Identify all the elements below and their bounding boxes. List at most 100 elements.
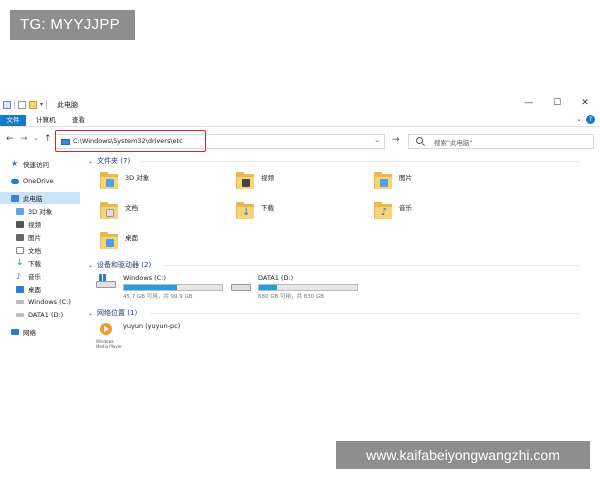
drive-free-space: 45.7 GB 可用，共 99.9 GB <box>123 294 193 300</box>
folder-music[interactable]: ♪ 音乐 <box>374 202 412 219</box>
cloud-icon <box>11 178 19 184</box>
computer-icon <box>11 194 19 202</box>
drive-icon <box>231 277 251 293</box>
star-icon: ★ <box>11 159 19 168</box>
pictures-icon <box>374 172 392 189</box>
watermark: www.kaifabeiyongwangzhi.com <box>336 441 590 469</box>
documents-icon <box>100 202 118 219</box>
sidebar-item-label: 音乐 <box>28 273 41 281</box>
folder-label: 视频 <box>261 174 274 182</box>
desktop-icon <box>16 285 24 293</box>
sidebar-item-pictures[interactable]: 图片 <box>0 231 80 243</box>
music-icon: ♪ <box>374 202 392 219</box>
chevron-down-icon: ⌄ <box>88 309 94 317</box>
sidebar-item-downloads[interactable]: ↓ 下载 <box>0 257 80 269</box>
sidebar-item-3d-objects[interactable]: 3D 对象 <box>0 205 80 217</box>
music-icon: ♪ <box>16 271 22 281</box>
sidebar-item-documents[interactable]: 文档 <box>0 244 80 256</box>
folder-downloads[interactable]: ↓ 下载 <box>236 202 274 219</box>
drive-c[interactable]: Windows (C:) 45.7 GB 可用，共 99.9 GB <box>96 274 223 300</box>
group-header-devices[interactable]: ⌄ 设备和驱动器 (2) <box>88 260 151 270</box>
go-button[interactable]: → <box>392 135 400 145</box>
group-header-network[interactable]: ⌄ 网络位置 (1) <box>88 308 137 318</box>
sidebar-item-label: OneDrive <box>23 177 54 185</box>
window-controls: — ☐ ✕ <box>524 98 590 108</box>
picture-icon <box>16 233 24 241</box>
recent-locations-button[interactable]: ⌄ <box>33 134 39 142</box>
downloads-icon: ↓ <box>236 202 254 219</box>
sidebar-item-label: 视频 <box>28 221 41 229</box>
drive-icon <box>16 313 24 317</box>
media-player-icon: Windows Media Player <box>96 322 122 349</box>
help-icon[interactable]: ? <box>586 115 595 124</box>
forward-button[interactable]: → <box>20 134 28 144</box>
drive-name: Windows (C:) <box>123 274 166 282</box>
navigation-bar: ← → ⌄ ↑ C:\Windows\System32\drivers\etc … <box>0 129 600 153</box>
sidebar-item-drive-c[interactable]: Windows (C:) <box>0 296 80 308</box>
download-icon: ↓ <box>16 257 24 268</box>
sidebar-item-videos[interactable]: 视频 <box>0 218 80 230</box>
folder-pictures[interactable]: 图片 <box>374 172 412 189</box>
folder-label: 下载 <box>261 204 274 212</box>
document-icon <box>16 246 24 254</box>
sidebar-item-quick-access[interactable]: ★ 快速访问 <box>0 158 80 170</box>
folder-label: 3D 对象 <box>125 174 150 182</box>
sidebar-item-onedrive[interactable]: OneDrive <box>0 175 80 187</box>
chevron-down-icon[interactable]: ▾ <box>40 101 43 108</box>
search-placeholder: 搜索"此电脑" <box>434 139 473 147</box>
search-input[interactable]: 搜索"此电脑" <box>408 134 594 149</box>
sidebar-item-label: DATA1 (D:) <box>28 311 64 319</box>
sidebar-item-this-pc[interactable]: 此电脑 <box>0 192 80 204</box>
drive-icon <box>16 300 24 304</box>
minimize-button[interactable]: — <box>524 98 534 108</box>
close-button[interactable]: ✕ <box>580 98 590 108</box>
title-bar: ▾ 此电脑 — ☐ ✕ <box>0 96 600 113</box>
network-location-yuyun[interactable]: Windows Media Player yuyun (yuyun-pc) <box>96 322 180 349</box>
sidebar-item-label: 快速访问 <box>23 161 49 169</box>
quick-access-toolbar: ▾ <box>3 100 48 109</box>
folder-3d-objects[interactable]: 3D 对象 <box>100 172 149 189</box>
tab-file[interactable]: 文件 <box>0 115 26 126</box>
properties-icon[interactable] <box>18 100 26 109</box>
sidebar-item-drive-d[interactable]: DATA1 (D:) <box>0 309 80 321</box>
drive-free-space: 680 GB 可用，共 830 GB <box>258 294 325 300</box>
group-title: 文件夹 (7) <box>97 157 131 165</box>
folder-label: 音乐 <box>399 204 412 212</box>
computer-icon <box>3 100 11 109</box>
drive-name: DATA1 (D:) <box>258 274 294 282</box>
navigation-pane: ★ 快速访问 OneDrive 此电脑 3D 对象 视频 图片 文档 ↓ 下载 … <box>0 156 82 356</box>
maximize-button[interactable]: ☐ <box>552 98 562 108</box>
group-title: 网络位置 (1) <box>97 309 138 317</box>
sidebar-item-label: 桌面 <box>28 286 41 294</box>
sidebar-item-label: 网络 <box>23 329 36 337</box>
folder-label: 文档 <box>125 204 138 212</box>
3d-objects-icon <box>100 172 118 189</box>
sidebar-item-music[interactable]: ♪ 音乐 <box>0 270 80 282</box>
tg-badge: TG: MYYJJPP <box>10 10 135 40</box>
back-button[interactable]: ← <box>6 134 14 144</box>
content-pane: ⌄ 文件夹 (7) 3D 对象 视频 图片 文档 ↓ 下载 ♪ 音乐 桌面 ⌄ … <box>88 156 600 356</box>
chevron-down-icon: ⌄ <box>88 157 94 165</box>
ribbon-tabs: 文件 计算机 查看 ⌄ ? <box>0 114 600 127</box>
folder-desktop[interactable]: 桌面 <box>100 232 138 249</box>
address-highlight-box <box>55 130 206 152</box>
sidebar-item-desktop[interactable]: 桌面 <box>0 283 80 295</box>
group-header-folders[interactable]: ⌄ 文件夹 (7) <box>88 156 130 166</box>
folder-documents[interactable]: 文档 <box>100 202 138 219</box>
up-button[interactable]: ↑ <box>44 134 52 144</box>
cube-icon <box>16 207 24 215</box>
sidebar-item-label: 3D 对象 <box>28 208 53 216</box>
tab-computer[interactable]: 计算机 <box>30 115 62 126</box>
desktop-icon <box>100 232 118 249</box>
tab-view[interactable]: 查看 <box>66 115 91 126</box>
expand-ribbon-icon[interactable]: ⌄ <box>576 115 582 123</box>
drive-d[interactable]: DATA1 (D:) 680 GB 可用，共 830 GB <box>231 274 358 300</box>
chevron-down-icon[interactable]: ⌄ <box>374 136 380 144</box>
sidebar-item-label: 图片 <box>28 234 41 242</box>
sidebar-item-network[interactable]: 网络 <box>0 326 80 338</box>
drive-usage-bar <box>258 284 358 291</box>
group-title: 设备和驱动器 (2) <box>97 261 152 269</box>
new-folder-icon[interactable] <box>29 100 37 109</box>
folder-videos[interactable]: 视频 <box>236 172 274 189</box>
network-icon <box>11 329 19 335</box>
